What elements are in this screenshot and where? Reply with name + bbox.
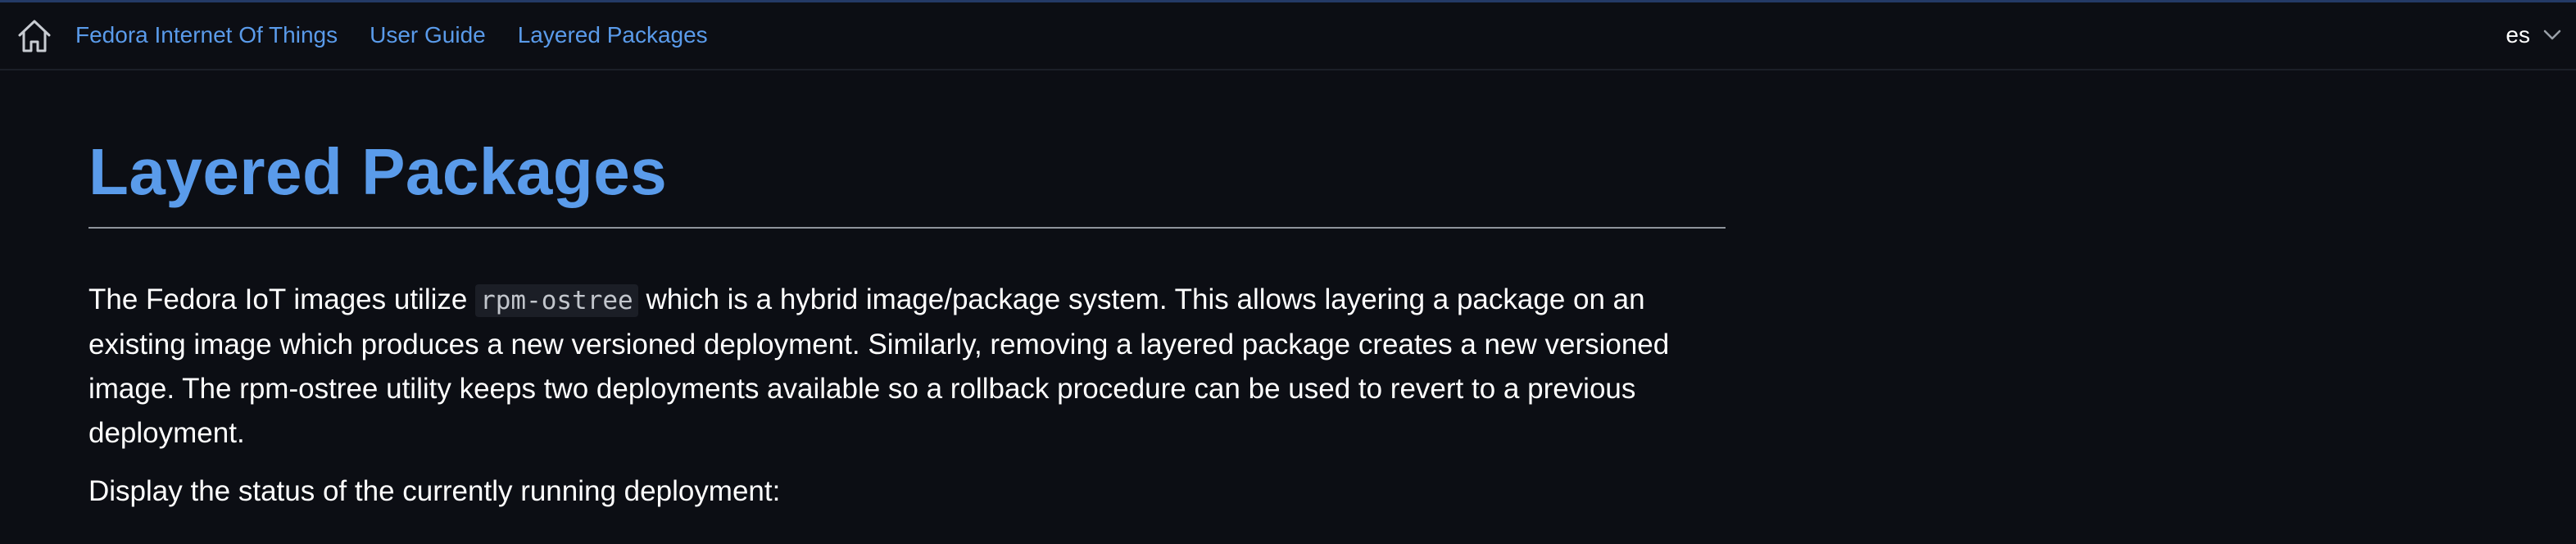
top-nav-bar: Fedora Internet Of Things User Guide Lay… xyxy=(0,0,2576,70)
breadcrumb: Fedora Internet Of Things User Guide Lay… xyxy=(75,2,740,68)
status-paragraph: Display the status of the currently runn… xyxy=(88,475,781,507)
rpm-ostree-code: rpm-ostree xyxy=(475,284,638,317)
title-divider xyxy=(88,227,1726,229)
breadcrumb-layered-packages[interactable]: Layered Packages xyxy=(518,22,708,48)
breadcrumb-user-guide[interactable]: User Guide xyxy=(370,22,486,48)
language-label: es xyxy=(2506,22,2530,48)
main-content: Layered Packages The Fedora IoT images u… xyxy=(88,70,1726,514)
page-title: Layered Packages xyxy=(88,135,668,208)
home-icon[interactable] xyxy=(15,17,54,55)
language-selector[interactable]: es xyxy=(2506,2,2561,68)
intro-text-start: The Fedora IoT images utilize xyxy=(88,283,476,315)
chevron-down-icon xyxy=(2543,29,2561,40)
breadcrumb-fedora-iot[interactable]: Fedora Internet Of Things xyxy=(75,22,338,48)
intro-paragraph: The Fedora IoT images utilize rpm-ostree… xyxy=(88,278,1726,456)
